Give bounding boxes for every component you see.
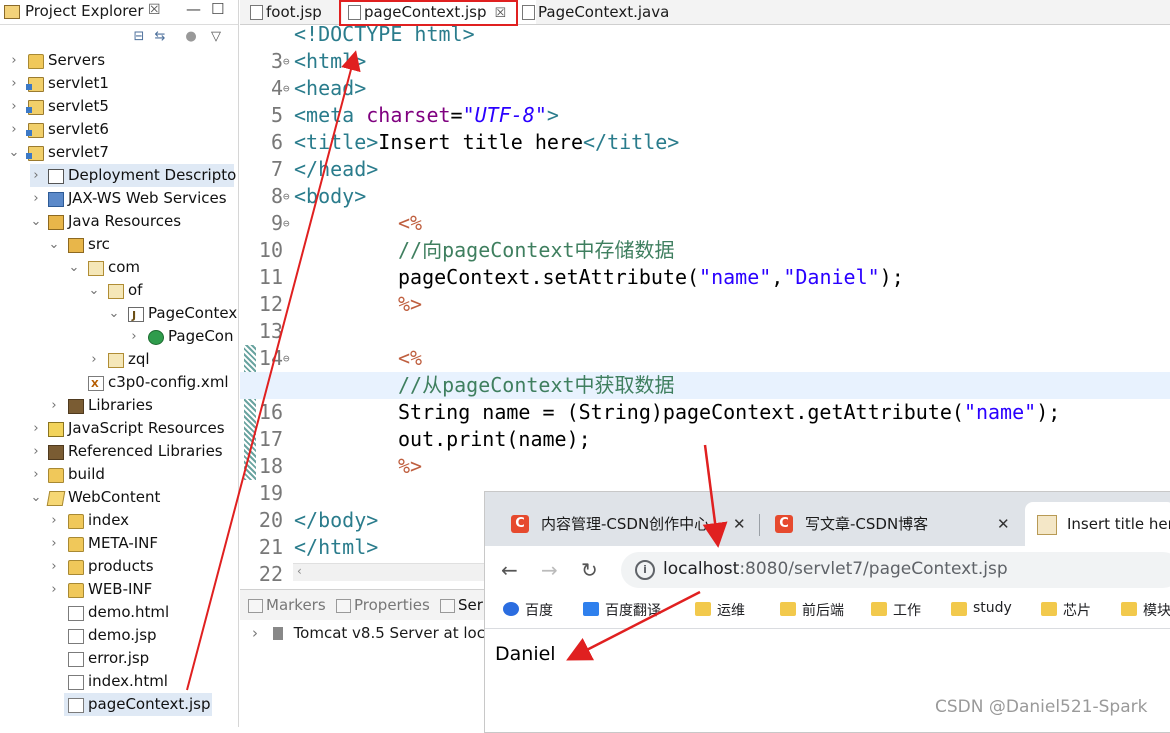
watermark: CSDN @Daniel521-Spark	[935, 697, 1148, 717]
annotation-arrows	[186, 50, 728, 691]
arrow-to-output	[566, 590, 701, 661]
arrow-to-tab	[186, 50, 361, 691]
arrow-to-url	[702, 444, 728, 548]
